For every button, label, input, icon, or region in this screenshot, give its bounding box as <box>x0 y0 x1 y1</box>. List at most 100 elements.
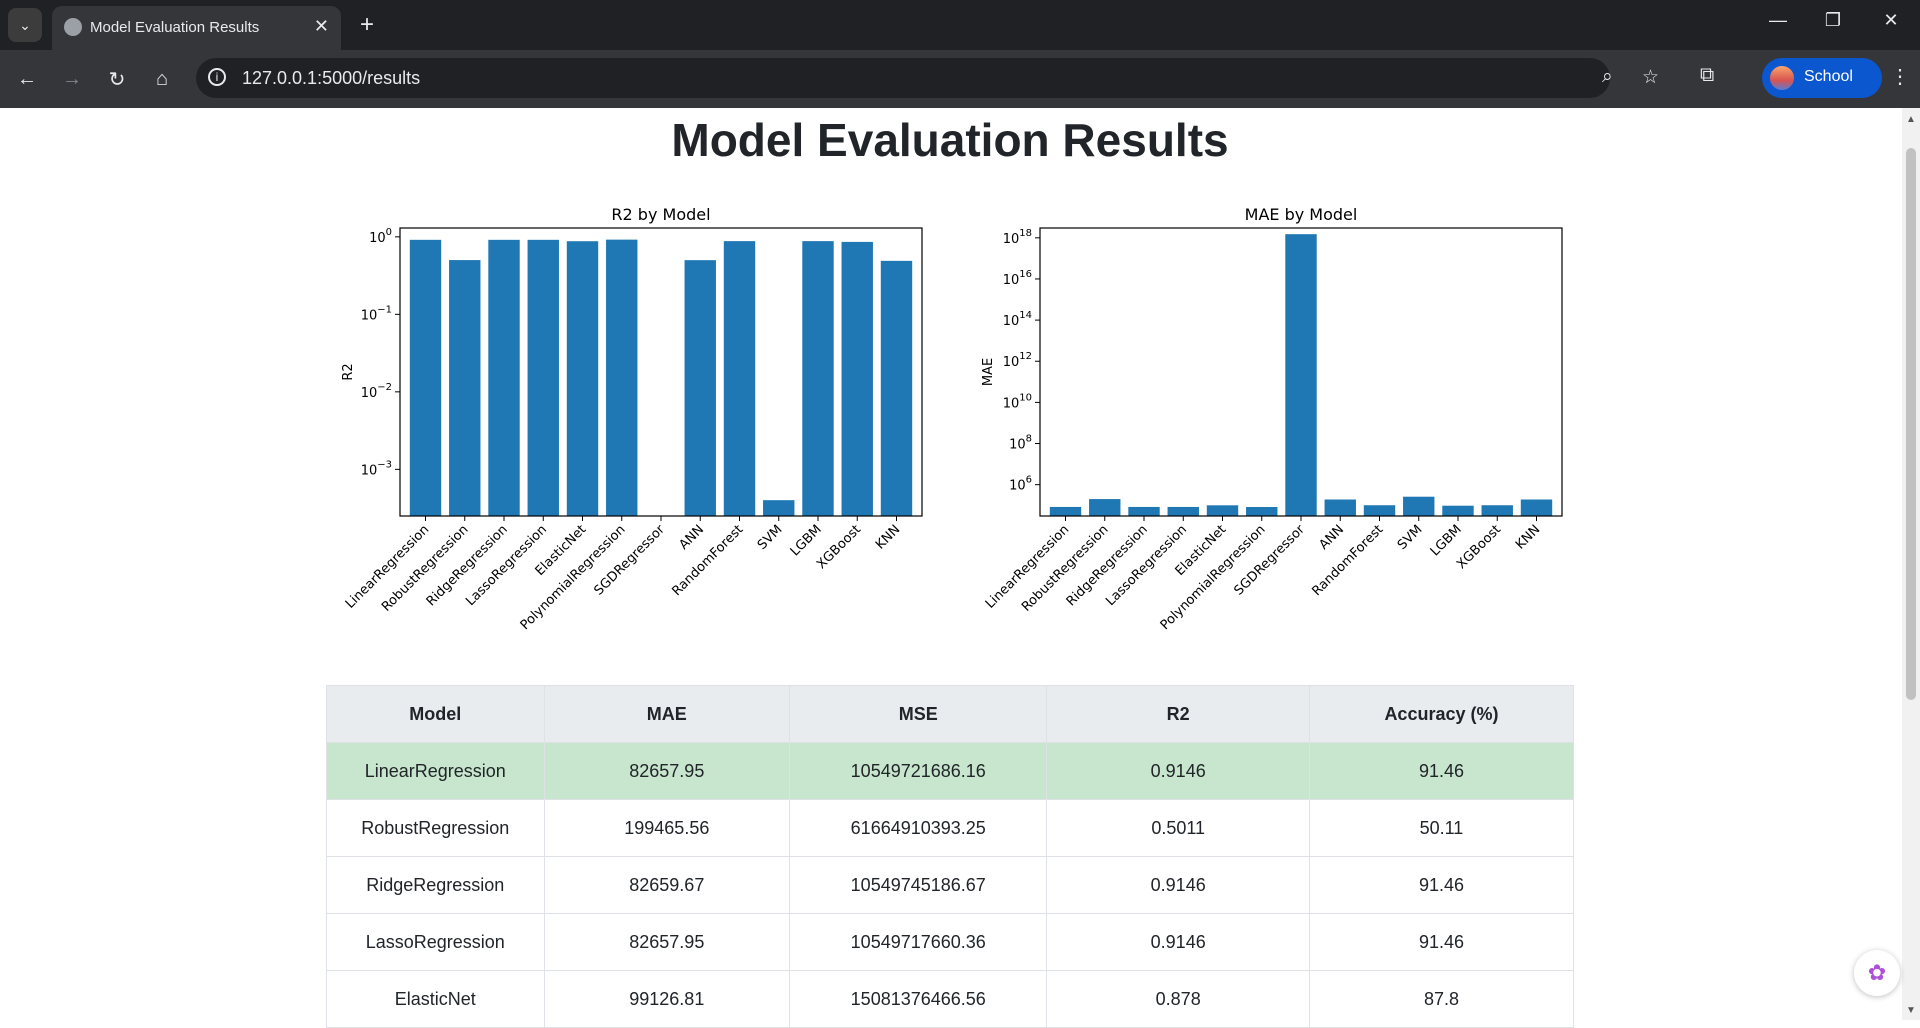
x-tick-label: RandomForest <box>1309 522 1386 599</box>
column-header: Accuracy (%) <box>1308 685 1575 743</box>
table-cell: 0.5011 <box>1046 799 1310 857</box>
forward-button[interactable]: → <box>57 64 87 94</box>
bar <box>1246 507 1278 516</box>
table-cell: RidgeRegression <box>326 856 545 914</box>
assistant-icon[interactable]: ✿ <box>1854 950 1900 996</box>
y-tick-label: 1018 <box>1003 228 1032 247</box>
table-cell: 15081376466.56 <box>789 970 1048 1028</box>
kebab-menu-icon[interactable]: ⋮ <box>1890 64 1910 89</box>
table-cell: 0.9146 <box>1046 913 1310 971</box>
table-row: RidgeRegression 82659.67 10549745186.67 0.9… <box>326 856 1575 914</box>
home-button[interactable]: ⌂ <box>147 64 177 94</box>
extensions-icon[interactable]: ⧉ <box>1700 64 1714 87</box>
close-window-button[interactable]: ✕ <box>1871 10 1911 31</box>
bar <box>763 500 795 516</box>
bar <box>684 260 716 516</box>
y-tick-label: 1012 <box>1003 351 1032 370</box>
site-info-icon[interactable]: i <box>208 68 226 86</box>
table-cell: 61664910393.25 <box>789 799 1048 857</box>
results-table: Model MAE MSE R2 Accuracy (%) LinearRegressi… <box>326 685 1575 1028</box>
bar <box>1324 499 1356 516</box>
x-tick-label: ANN <box>1316 522 1347 553</box>
column-header: MAE <box>543 685 791 743</box>
new-tab-button[interactable]: + <box>352 10 382 40</box>
table-cell: LinearRegression <box>326 742 545 800</box>
column-header: Model <box>326 685 545 743</box>
table-row: LinearRegression 82657.95 10549721686.16 0.… <box>326 742 1575 800</box>
x-tick-label: SVM <box>755 522 786 553</box>
minimize-button[interactable]: — <box>1758 10 1798 31</box>
y-tick-label: 100 <box>369 227 392 246</box>
page-scrollbar[interactable]: ▲ ▼ <box>1902 108 1920 1020</box>
table-cell: 0.878 <box>1046 970 1310 1028</box>
table-header-row: Model MAE MSE R2 Accuracy (%) <box>326 685 1575 743</box>
reload-button[interactable]: ↻ <box>102 64 132 94</box>
r2-chart-svg: R2 by ModelR2LinearRegressionRobustRegre… <box>341 205 923 633</box>
table-cell: ElasticNet <box>326 970 545 1028</box>
bar <box>606 239 638 516</box>
bar <box>449 260 481 516</box>
table-cell: 0.9146 <box>1046 856 1310 914</box>
table-cell: 10549745186.67 <box>789 856 1048 914</box>
r2-chart: R2 by Model R2 LinearRegression RobustRegre… <box>330 196 950 650</box>
bar <box>1128 506 1160 516</box>
x-tick-label: SVM <box>1395 522 1426 553</box>
bar <box>1167 506 1199 516</box>
table-cell: 199465.56 <box>543 799 791 857</box>
table-cell: RobustRegression <box>326 799 545 857</box>
bar <box>409 239 442 516</box>
tab-search-button[interactable]: ⌄ <box>8 8 42 42</box>
zoom-icon[interactable]: ⌕ <box>1602 66 1613 88</box>
browser-toolbar: ← → ↻ ⌂ i 127.0.0.1:5000/results ⌕ ☆ <box>0 50 1920 108</box>
scroll-down-icon[interactable]: ▼ <box>1906 1005 1916 1016</box>
avatar <box>1770 66 1794 90</box>
browser-tab[interactable]: Model Evaluation Results ✕ <box>52 6 341 50</box>
table-cell: LassoRegression <box>326 913 545 971</box>
x-tick-label: KNN <box>1513 522 1543 552</box>
bar <box>1049 506 1082 516</box>
tab-strip: ⌄ Model Evaluation Results ✕ + — ❐ ✕ <box>0 0 1920 50</box>
tab-title: Model Evaluation Results <box>90 19 260 36</box>
table-cell: 91.46 <box>1308 856 1575 914</box>
profile-button[interactable]: School <box>1762 58 1882 98</box>
bar <box>841 241 873 516</box>
x-tick-label: SGDRegressor <box>592 522 669 599</box>
x-tick-label: LGBM <box>788 522 825 559</box>
table-cell: 82657.95 <box>543 913 791 971</box>
bookmark-star-icon[interactable]: ☆ <box>1642 66 1659 89</box>
address-bar[interactable]: i 127.0.0.1:5000/results ⌕ ☆ <box>196 58 1659 98</box>
y-axis-label: MAE <box>981 358 996 386</box>
bar <box>1403 496 1435 516</box>
back-button[interactable]: ← <box>12 64 42 94</box>
x-tick-label: LGBM <box>1428 522 1465 559</box>
scroll-up-icon[interactable]: ▲ <box>1906 114 1916 125</box>
table-row: RobustRegression 199465.56 61664910393.25 0… <box>326 799 1575 857</box>
bar <box>527 239 559 516</box>
chart-title: MAE by Model <box>1245 205 1358 224</box>
column-header: MSE <box>789 685 1048 743</box>
bar <box>488 239 520 516</box>
globe-icon <box>64 18 82 36</box>
y-tick-label: 10−3 <box>361 459 392 478</box>
bar <box>1481 505 1513 516</box>
y-tick-label: 1016 <box>1003 269 1032 288</box>
bar <box>1442 505 1474 516</box>
scrollbar-thumb[interactable] <box>1906 148 1916 700</box>
x-tick-label: SGDRegressor <box>1232 522 1309 599</box>
bar <box>802 241 834 516</box>
close-tab-icon[interactable]: ✕ <box>314 16 329 37</box>
bar <box>1089 499 1121 516</box>
restore-button[interactable]: ❐ <box>1813 10 1853 31</box>
bar <box>880 260 913 516</box>
table-cell: 0.9146 <box>1046 742 1310 800</box>
column-header: R2 <box>1046 685 1310 743</box>
table-cell: 91.46 <box>1308 742 1575 800</box>
url-text[interactable]: 127.0.0.1:5000/results <box>242 68 420 89</box>
y-tick-label: 1014 <box>1003 310 1032 329</box>
table-body: LinearRegression 82657.95 10549721686.16 0.… <box>326 742 1575 1028</box>
table-cell: 91.46 <box>1308 913 1575 971</box>
y-axis-label: R2 <box>341 363 356 380</box>
bar <box>1285 234 1317 516</box>
x-tick-label: ANN <box>676 522 707 553</box>
bar <box>1520 499 1553 516</box>
